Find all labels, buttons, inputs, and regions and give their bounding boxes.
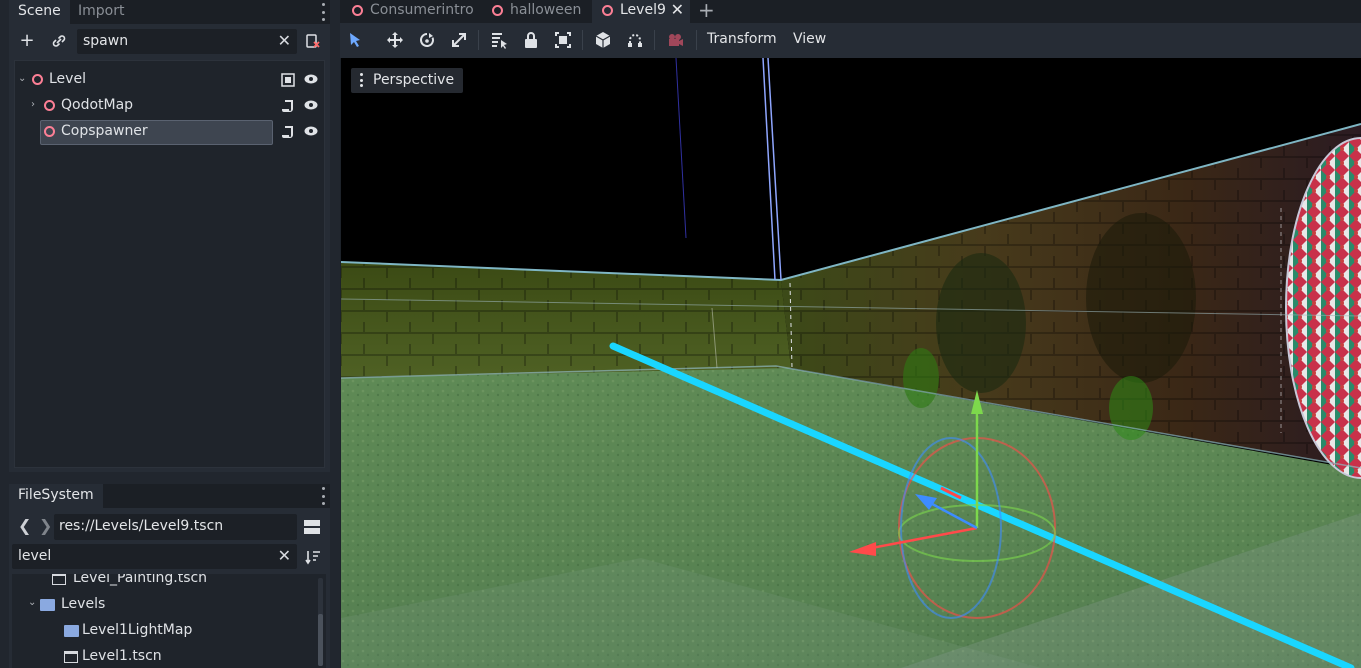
scene-dock-tabbar: Scene Import [9, 0, 330, 24]
close-tab-icon[interactable]: ✕ [671, 0, 684, 20]
tree-row-level[interactable]: ⌄ Level [15, 67, 324, 93]
node3d-icon [602, 5, 613, 16]
lock-icon[interactable] [522, 31, 540, 49]
script-icon[interactable] [280, 98, 296, 114]
scene-toolbar: + ✕ [9, 29, 330, 54]
expand-arrow-icon[interactable]: ⌄ [28, 597, 36, 608]
group-icon[interactable] [280, 72, 296, 88]
tab-label: Level9 [620, 2, 666, 18]
sort-icon[interactable] [305, 549, 321, 565]
tab-scene[interactable]: Scene [9, 0, 70, 24]
file-list: Level_Painting.tscn ⌄ Levels Level1Light… [12, 574, 326, 668]
file-filter-input[interactable] [18, 546, 268, 566]
node3d-icon [32, 74, 43, 85]
scene-dock: Scene Import + ✕ ⌄ [9, 0, 330, 472]
3d-viewport[interactable]: Perspective [341, 58, 1361, 668]
filesystem-tabbar: FileSystem [9, 484, 330, 508]
tree-row-qodotmap[interactable]: › QodotMap [15, 93, 324, 119]
move-tool-icon[interactable] [386, 31, 404, 49]
viewport-render [341, 58, 1361, 668]
scrollbar-thumb[interactable] [318, 614, 323, 666]
select-tool-icon[interactable] [346, 31, 364, 49]
scene-dock-menu-icon[interactable] [320, 3, 326, 21]
view-menu-button[interactable]: View [793, 31, 826, 47]
tab-label: Consumerintro [370, 2, 474, 18]
tree-label: Copspawner [61, 123, 148, 139]
filesystem-body: ❮ ❯ res://Levels/Level9.tscn ✕ [9, 508, 330, 668]
file-label: Level_Painting.tscn [73, 574, 208, 586]
tab-filesystem[interactable]: FileSystem [9, 484, 103, 508]
collapse-arrow-icon[interactable]: › [31, 99, 41, 111]
perspective-menu-button[interactable]: Perspective [351, 68, 464, 93]
node3d-icon [492, 5, 503, 16]
file-label: Level1.tscn [82, 648, 162, 664]
remote-scene-icon[interactable] [303, 31, 323, 51]
back-arrow-icon[interactable]: ❮ [18, 516, 31, 535]
list-item[interactable]: Level1LightMap [12, 618, 312, 644]
filesystem-dock: FileSystem ❮ ❯ res://Levels/Level9.tscn … [9, 484, 330, 668]
forward-arrow-icon[interactable]: ❯ [39, 516, 52, 535]
scene-tab-level9[interactable]: Level9 ✕ [592, 0, 690, 23]
kebab-menu-icon [360, 73, 364, 87]
script-icon[interactable] [280, 124, 296, 140]
node-filter-field: ✕ [77, 29, 297, 54]
perspective-label: Perspective [373, 72, 455, 88]
list-item[interactable]: Level1.tscn [12, 644, 312, 668]
folder-label: Level1LightMap [82, 622, 193, 638]
scene-tab-halloween[interactable]: halloween [482, 0, 590, 23]
tab-label: halloween [510, 2, 582, 18]
add-scene-tab-icon[interactable]: + [698, 0, 715, 22]
toolbar-separator [696, 30, 697, 50]
filesystem-menu-icon[interactable] [320, 487, 326, 505]
path-field[interactable]: res://Levels/Level9.tscn [54, 514, 297, 540]
scene-file-icon [64, 651, 78, 663]
node-filter-input[interactable] [83, 31, 263, 51]
toolbar-separator [582, 30, 583, 50]
clear-filter-icon[interactable]: ✕ [278, 30, 291, 52]
toolbar-separator [654, 30, 655, 50]
link-icon[interactable] [49, 31, 69, 51]
visibility-eye-icon[interactable] [304, 72, 318, 86]
node3d-icon [44, 126, 55, 137]
tree-label: Level [49, 71, 86, 87]
node3d-icon [44, 100, 55, 111]
node3d-icon [352, 5, 363, 16]
list-item[interactable]: ⌄ Levels [12, 592, 312, 618]
visibility-eye-icon[interactable] [304, 98, 318, 112]
group-selection-icon[interactable] [554, 31, 572, 49]
tab-import[interactable]: Import [69, 0, 133, 24]
scene-file-icon [52, 574, 66, 585]
tree-label: QodotMap [61, 97, 134, 113]
add-node-icon[interactable]: + [17, 31, 37, 51]
file-list-scrollbar[interactable] [318, 578, 323, 666]
path-row: ❮ ❯ res://Levels/Level9.tscn [9, 514, 330, 540]
split-view-icon[interactable] [304, 519, 320, 535]
rotate-tool-icon[interactable] [418, 31, 436, 49]
file-filter-field: ✕ [12, 544, 297, 569]
list-select-icon[interactable] [490, 31, 508, 49]
folder-label: Levels [61, 596, 106, 612]
left-dock: Scene Import + ✕ ⌄ [0, 0, 340, 668]
camera-preview-icon[interactable] [666, 31, 684, 49]
scene-dock-body: + ✕ ⌄ Level [9, 24, 330, 472]
clear-filter-icon[interactable]: ✕ [278, 545, 291, 567]
visibility-eye-icon[interactable] [304, 124, 318, 138]
spatial-editor-toolbar: Transform View [340, 23, 1361, 58]
file-filter-row: ✕ [9, 544, 330, 570]
folder-icon [64, 625, 79, 637]
scale-tool-icon[interactable] [450, 31, 468, 49]
expand-arrow-icon[interactable]: ⌄ [18, 73, 28, 85]
toolbar-separator [478, 30, 479, 50]
list-item[interactable]: Level_Painting.tscn [12, 574, 312, 592]
transform-menu-button[interactable]: Transform [707, 31, 777, 47]
scene-tree: ⌄ Level › QodotMap Copspawner [14, 60, 325, 468]
local-space-cube-icon[interactable] [594, 31, 612, 49]
snap-icon[interactable] [626, 31, 644, 49]
scene-tab-consumerintro[interactable]: Consumerintro [342, 0, 480, 23]
scene-tabs: Consumerintro halloween Level9 ✕ + [340, 0, 1361, 23]
tree-row-copspawner[interactable]: Copspawner [15, 119, 324, 145]
folder-icon [40, 599, 55, 611]
